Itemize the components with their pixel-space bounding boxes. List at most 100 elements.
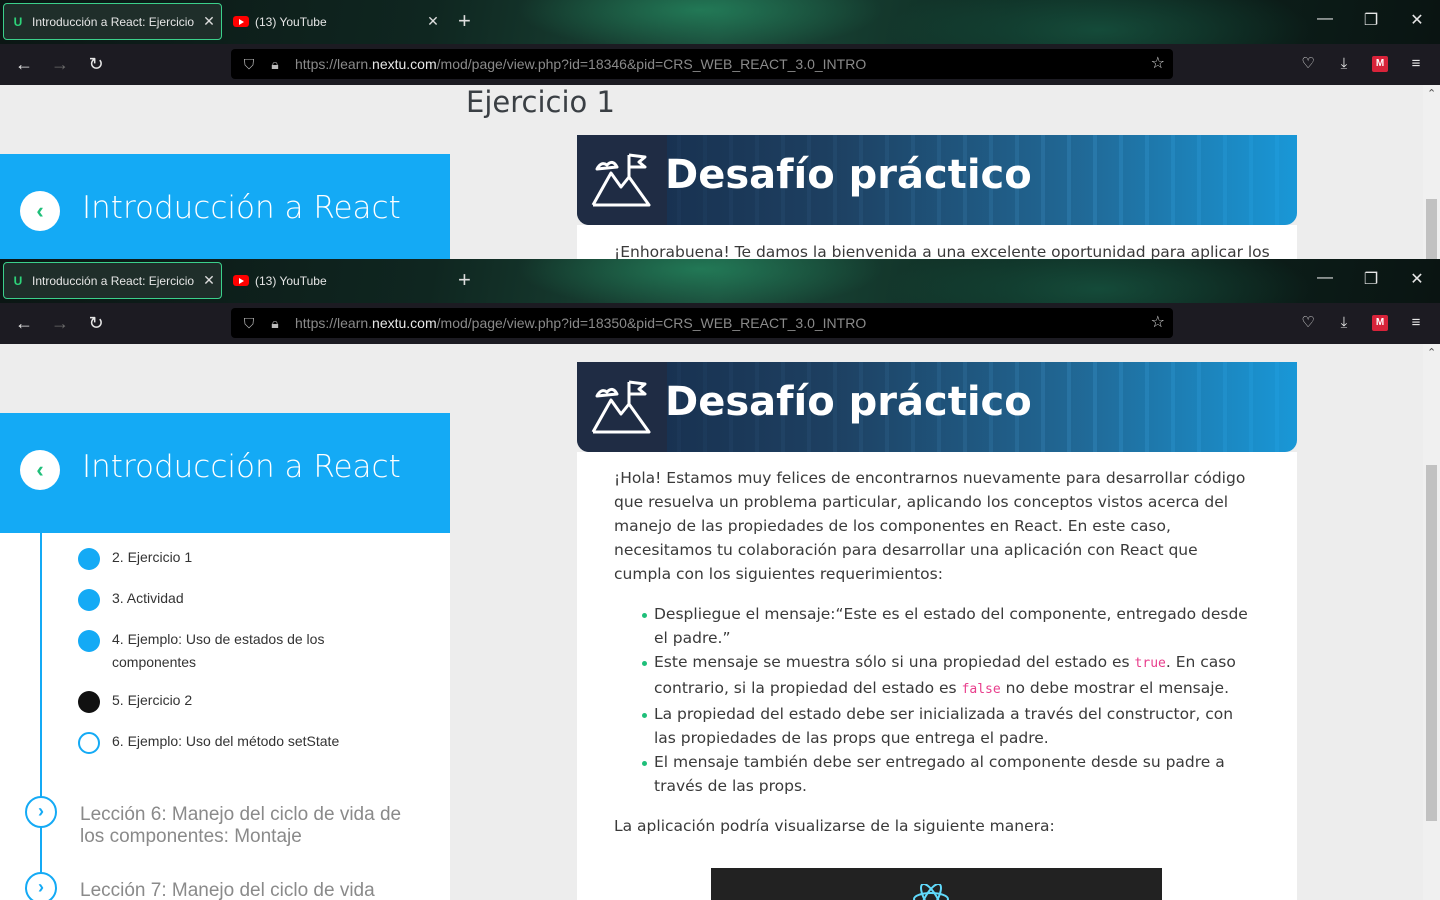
close-tab-icon[interactable]: ✕ [203, 13, 215, 30]
pocket-icon[interactable]: ♡ [1298, 313, 1318, 333]
url-bar[interactable]: ⛉ 🔒︎ https://learn.nextu.com/mod/page/vi… [231, 308, 1173, 338]
react-logo-icon [913, 884, 949, 900]
requirement-item: Despliegue el mensaje:“Este es el estado… [614, 602, 1252, 650]
star-icon[interactable]: ☆ [1151, 314, 1165, 332]
code-false: false [961, 682, 1001, 697]
youtube-favicon-icon [233, 275, 249, 286]
lesson-status-current [78, 691, 100, 713]
sidebar-header: ‹ Introducción a React [0, 413, 450, 533]
window-close-icon[interactable]: ✕ [1407, 269, 1427, 289]
scrollbar[interactable]: ⌃ [1423, 344, 1440, 900]
shield-icon[interactable]: ⛉ [241, 56, 257, 72]
lesson-item[interactable]: 3. Actividad [112, 587, 372, 610]
restore-icon[interactable]: ❐ [1361, 10, 1381, 30]
reload-icon[interactable]: ↻ [84, 52, 108, 76]
new-tab-button[interactable]: + [458, 268, 471, 292]
page-content: Ejercicio 1 ‹ Introducción a React Desaf… [0, 85, 1440, 259]
back-icon[interactable]: ← [12, 52, 36, 76]
tab-title: (13) YouTube [255, 273, 327, 288]
outline-line [40, 532, 42, 900]
scrollbar[interactable]: ⌃ [1423, 85, 1440, 259]
course-title: Introducción a React [82, 190, 401, 226]
page-content: 2. Ejercicio 1 3. Actividad 4. Ejemplo: … [0, 344, 1440, 900]
expand-module-button[interactable]: › [25, 872, 57, 900]
lesson-item[interactable]: 2. Ejercicio 1 [112, 546, 372, 569]
requirement-item: El mensaje también debe ser entregado al… [614, 750, 1252, 798]
hamburger-icon[interactable]: ≡ [1406, 54, 1426, 74]
requirements-list: Despliegue el mensaje:“Este es el estado… [614, 602, 1252, 798]
sidebar-header: ‹ Introducción a React [0, 154, 450, 259]
minimize-icon[interactable]: — [1315, 10, 1335, 28]
code-true: true [1134, 656, 1166, 671]
lesson-item-current[interactable]: 5. Ejercicio 2 [112, 689, 372, 712]
extension-icon[interactable]: M [1372, 315, 1388, 331]
nextu-favicon-icon: U [13, 273, 23, 288]
scroll-thumb[interactable] [1426, 465, 1437, 821]
close-tab-icon[interactable]: ✕ [203, 272, 215, 289]
download-icon[interactable]: ⤓ [1334, 54, 1354, 74]
url-bar[interactable]: ⛉ 🔒︎ https://learn.nextu.com/mod/page/vi… [231, 49, 1173, 79]
lesson-status-done [78, 589, 100, 611]
module-title[interactable]: Lección 7: Manejo del ciclo de vida [80, 880, 420, 900]
tab-title: (13) YouTube [255, 14, 327, 29]
star-icon[interactable]: ☆ [1151, 55, 1165, 73]
intro-text: ¡Enhorabuena! Te damos la bienvenida a u… [614, 243, 1270, 259]
back-to-course-button[interactable]: ‹ [20, 191, 60, 231]
tab-title: Introducción a React: Ejercicio 1 [32, 14, 197, 29]
challenge-banner: Desafío práctico [577, 135, 1297, 225]
article-body: ¡Hola! Estamos muy felices de encontrarn… [577, 452, 1297, 900]
tab-strip: U Introducción a React: Ejercicio 1 ✕ (1… [0, 0, 1440, 44]
nav-bar: ← → ↻ ⛉ 🔒︎ https://learn.nextu.com/mod/p… [0, 44, 1440, 85]
scroll-thumb[interactable] [1426, 199, 1437, 259]
tab-strip: U Introducción a React: Ejercicio 2 ✕ (1… [0, 259, 1440, 303]
lesson-item[interactable]: 6. Ejemplo: Uso del método setState [112, 730, 372, 753]
youtube-favicon-icon [233, 16, 249, 27]
module-title[interactable]: Lección 6: Manejo del ciclo de vida de l… [80, 804, 420, 848]
nextu-favicon-icon: U [13, 14, 23, 29]
intro-paragraph: ¡Hola! Estamos muy felices de encontrarn… [614, 469, 1246, 583]
tab-youtube[interactable]: (13) YouTube ✕ [227, 3, 445, 40]
forward-icon[interactable]: → [48, 311, 72, 335]
mountain-flag-icon [591, 380, 651, 434]
tab-ejercicio-1[interactable]: U Introducción a React: Ejercicio 1 ✕ [3, 3, 222, 40]
url-text[interactable]: https://learn.nextu.com/mod/page/view.ph… [295, 315, 866, 331]
pocket-icon[interactable]: ♡ [1298, 54, 1318, 74]
lock-icon[interactable]: 🔒︎ [267, 315, 283, 331]
expand-module-button[interactable]: › [25, 796, 57, 828]
back-to-course-button[interactable]: ‹ [20, 450, 60, 490]
download-icon[interactable]: ⤓ [1334, 313, 1354, 333]
browser-window-2: U Introducción a React: Ejercicio 2 ✕ (1… [0, 259, 1440, 900]
url-text[interactable]: https://learn.nextu.com/mod/page/view.ph… [295, 56, 866, 72]
hamburger-icon[interactable]: ≡ [1406, 313, 1426, 333]
lock-icon[interactable]: 🔒︎ [267, 56, 283, 72]
tab-youtube[interactable]: (13) YouTube [227, 262, 445, 299]
shield-icon[interactable]: ⛉ [241, 315, 257, 331]
app-preview-image [711, 868, 1162, 900]
restore-icon[interactable]: ❐ [1361, 269, 1381, 289]
tab-title: Introducción a React: Ejercicio 2 [32, 273, 197, 288]
new-tab-button[interactable]: + [458, 9, 471, 33]
browser-window-1: U Introducción a React: Ejercicio 1 ✕ (1… [0, 0, 1440, 259]
scroll-up-icon[interactable]: ⌃ [1427, 346, 1436, 359]
extension-icon[interactable]: M [1372, 56, 1388, 72]
banner-title: Desafío práctico [665, 152, 1032, 198]
page-title: Ejercicio 1 [466, 85, 615, 119]
outro-paragraph: La aplicación podría visualizarse de la … [614, 817, 1055, 835]
nav-bar: ← → ↻ ⛉ 🔒︎ https://learn.nextu.com/mod/p… [0, 303, 1440, 344]
lesson-item[interactable]: 4. Ejemplo: Uso de estados de los compon… [112, 628, 372, 674]
tab-ejercicio-2[interactable]: U Introducción a React: Ejercicio 2 ✕ [3, 262, 222, 299]
requirement-item: Este mensaje se muestra sólo si una prop… [614, 650, 1252, 702]
reload-icon[interactable]: ↻ [84, 311, 108, 335]
scroll-up-icon[interactable]: ⌃ [1427, 87, 1436, 100]
window-close-icon[interactable]: ✕ [1407, 10, 1427, 30]
close-tab-icon[interactable]: ✕ [427, 13, 439, 30]
forward-icon[interactable]: → [48, 52, 72, 76]
minimize-icon[interactable]: — [1315, 269, 1335, 287]
lesson-status-done [78, 548, 100, 570]
lesson-outline: 2. Ejercicio 1 3. Actividad 4. Ejemplo: … [0, 532, 450, 900]
back-icon[interactable]: ← [12, 311, 36, 335]
challenge-banner: Desafío práctico [577, 362, 1297, 452]
lesson-status-done [78, 630, 100, 652]
course-title: Introducción a React [82, 449, 401, 485]
banner-title: Desafío práctico [665, 379, 1032, 425]
